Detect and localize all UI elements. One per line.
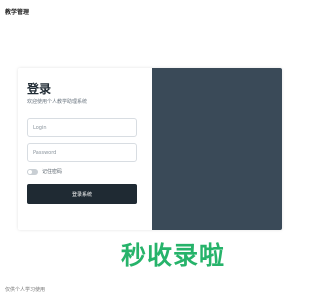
password-input[interactable] [27,143,137,162]
decorative-side-panel [152,68,282,230]
login-input[interactable] [27,118,137,137]
toggle-switch[interactable] [27,168,38,175]
page: 教学管理 登录 欢迎使用个人教学助理系统 记住密码 登录系统 秒收录啦 仅供个人… [0,0,300,300]
remember-password-label: 记住密码 [42,169,63,175]
toggle-knob [28,169,32,174]
login-card: 登录 欢迎使用个人教学助理系统 记住密码 登录系统 [18,68,282,230]
login-form-panel: 登录 欢迎使用个人教学助理系统 记住密码 登录系统 [18,68,152,230]
remember-password-toggle[interactable]: 记住密码 [27,168,62,175]
footer-text: 仅供个人学习使用 [5,287,46,293]
watermark-logo: 秒收录啦 [121,241,226,270]
page-title: 教学管理 [5,9,30,16]
login-title: 登录 [27,82,52,96]
login-subtitle: 欢迎使用个人教学助理系统 [27,99,88,105]
login-submit-button[interactable]: 登录系统 [27,184,137,204]
